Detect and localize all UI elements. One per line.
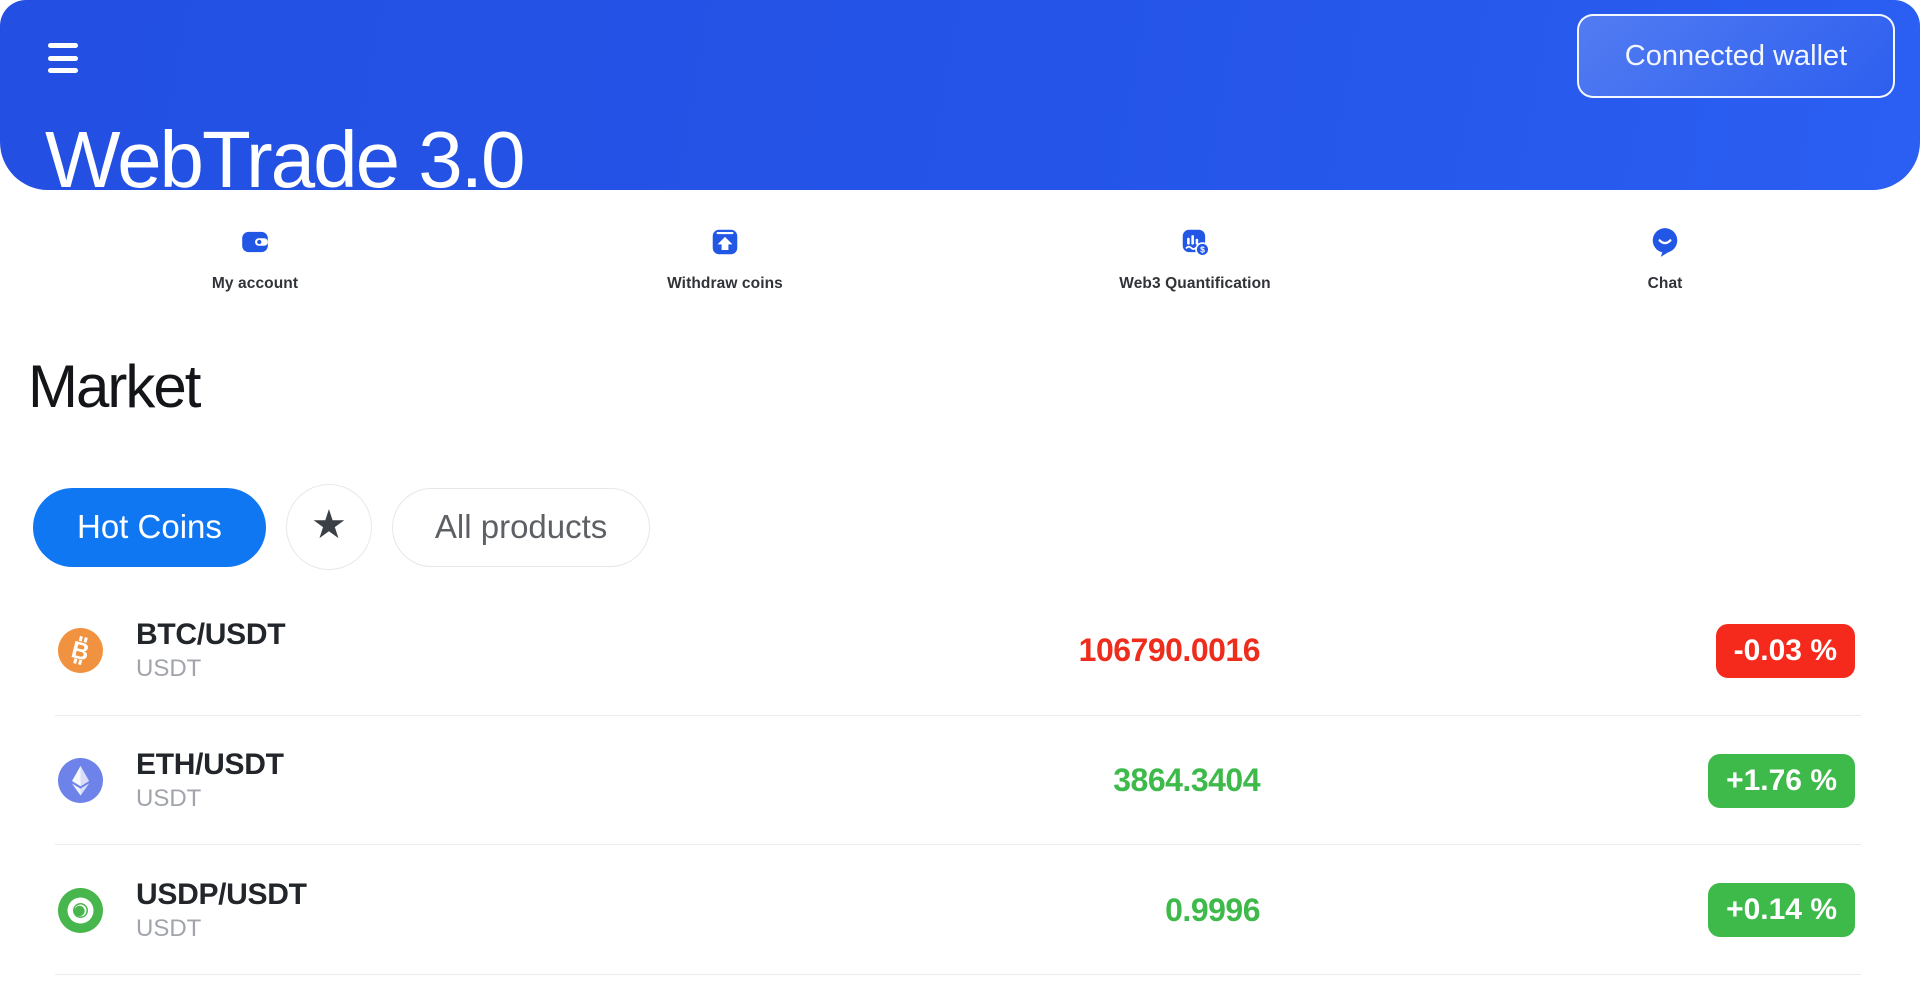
- chat-icon: [1649, 226, 1681, 258]
- eth-icon: [58, 758, 103, 803]
- connected-wallet-button[interactable]: Connected wallet: [1577, 14, 1895, 98]
- star-icon: ★: [311, 505, 347, 545]
- quote-label: USDT: [136, 785, 284, 813]
- change-badge: +0.14 %: [1708, 883, 1855, 937]
- pair-label: USDP/USDT: [136, 878, 307, 912]
- change-badge: +1.76 %: [1708, 754, 1855, 808]
- quick-action-chat[interactable]: Chat: [1430, 226, 1900, 300]
- price-value: 0.9996: [1165, 892, 1260, 929]
- market-list: B BTC/USDT USDT 106790.0016 -0.03 % ETH/…: [0, 586, 1920, 975]
- quick-action-label: Chat: [1648, 275, 1683, 293]
- wallet-icon: [239, 226, 271, 258]
- hot-coins-tab[interactable]: Hot Coins: [33, 488, 266, 567]
- quote-label: USDT: [136, 915, 307, 943]
- quick-action-my-account[interactable]: My account: [20, 226, 490, 300]
- usdp-icon: [58, 888, 103, 933]
- market-filters: Hot Coins ★ All products: [33, 484, 650, 570]
- pair-label: ETH/USDT: [136, 748, 284, 782]
- btc-icon: B: [58, 628, 103, 673]
- header-banner: Connected wallet WebTrade 3.0: [0, 0, 1920, 190]
- market-row-btc-usdt[interactable]: B BTC/USDT USDT 106790.0016 -0.03 %: [0, 586, 1920, 716]
- quick-action-label: My account: [212, 275, 298, 293]
- svg-text:$: $: [1200, 244, 1205, 254]
- brand-title: WebTrade 3.0: [45, 114, 524, 190]
- market-row-eth-usdt[interactable]: ETH/USDT USDT 3864.3404 +1.76 %: [0, 716, 1920, 846]
- favorites-button[interactable]: ★: [286, 484, 372, 570]
- page: Connected wallet WebTrade 3.0 My account…: [0, 0, 1920, 993]
- quick-action-web3-quantification[interactable]: $ Web3 Quantification: [960, 226, 1430, 300]
- all-products-tab[interactable]: All products: [392, 488, 650, 567]
- menu-icon[interactable]: [48, 41, 78, 79]
- pair-label: BTC/USDT: [136, 618, 285, 652]
- market-row-usdp-usdt[interactable]: USDP/USDT USDT 0.9996 +0.14 %: [0, 845, 1920, 975]
- quick-action-label: Web3 Quantification: [1119, 275, 1270, 293]
- page-title: Market: [28, 352, 199, 421]
- quote-label: USDT: [136, 655, 285, 683]
- web3-quantification-icon: $: [1179, 226, 1211, 258]
- price-value: 3864.3404: [1113, 762, 1260, 799]
- quick-action-label: Withdraw coins: [667, 275, 783, 293]
- price-value: 106790.0016: [1079, 632, 1260, 669]
- quick-action-withdraw-coins[interactable]: Withdraw coins: [490, 226, 960, 300]
- withdraw-coins-icon: [709, 226, 741, 258]
- quick-actions-bar: My account Withdraw coins $ Web3 Quantif…: [0, 190, 1920, 300]
- change-badge: -0.03 %: [1716, 624, 1855, 678]
